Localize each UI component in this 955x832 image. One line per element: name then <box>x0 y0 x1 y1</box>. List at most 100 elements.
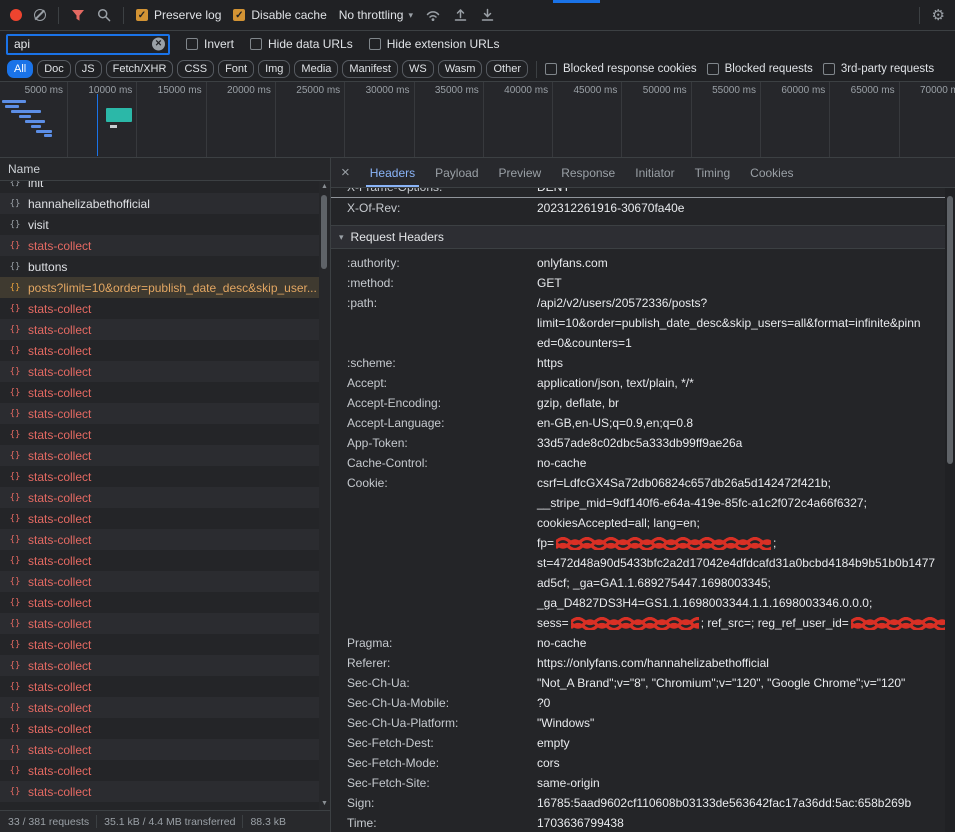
header-value-text: 1703636799438 <box>537 813 624 832</box>
request-headers-section[interactable]: ▾Request Headers <box>331 225 945 249</box>
filter-chip-css[interactable]: CSS <box>177 60 214 78</box>
scrollbar-thumb[interactable] <box>321 195 327 269</box>
request-row[interactable]: {}stats-collect <box>0 655 319 676</box>
request-list-scrollbar[interactable]: ▲ ▼ <box>319 181 330 810</box>
details-scrollbar[interactable] <box>945 188 955 832</box>
request-row[interactable]: {}stats-collect <box>0 739 319 760</box>
header-value-line: same-origin <box>537 773 945 793</box>
throttling-select[interactable]: No throttling ▾ <box>339 8 413 22</box>
blocked-requests-checkbox[interactable]: Blocked requests <box>707 63 813 75</box>
header-value-text: en-GB,en-US;q=0.9,en;q=0.8 <box>537 413 693 433</box>
name-column-header[interactable]: Name <box>0 158 330 181</box>
request-row[interactable]: {}init <box>0 181 319 193</box>
filter-chip-manifest[interactable]: Manifest <box>342 60 398 78</box>
header-value-text: https://onlyfans.com/hannahelizabethoffi… <box>537 653 769 673</box>
header-value-line: cookiesAccepted=all; lang=en; <box>537 513 945 533</box>
request-row[interactable]: {}stats-collect <box>0 466 319 487</box>
hide-extension-urls-checkbox[interactable]: Hide extension URLs <box>369 37 500 51</box>
request-row[interactable]: {}stats-collect <box>0 487 319 508</box>
invert-checkbox[interactable]: Invert <box>186 37 234 51</box>
filter-chip-media[interactable]: Media <box>294 60 338 78</box>
request-row[interactable]: {}stats-collect <box>0 235 319 256</box>
filter-icon[interactable] <box>71 9 85 22</box>
filter-chip-ws[interactable]: WS <box>402 60 434 78</box>
header-name: X-Of-Rev: <box>347 198 537 218</box>
scroll-up-icon[interactable]: ▲ <box>319 181 330 193</box>
filter-chip-img[interactable]: Img <box>258 60 290 78</box>
scrollbar-thumb[interactable] <box>947 196 953 464</box>
disable-cache-checkbox[interactable]: ✓ Disable cache <box>233 8 326 22</box>
request-row[interactable]: {}stats-collect <box>0 634 319 655</box>
filter-chip-fetch-xhr[interactable]: Fetch/XHR <box>106 60 174 78</box>
preserve-log-checkbox[interactable]: ✓ Preserve log <box>136 8 221 22</box>
header-value-line: /api2/v2/users/20572336/posts? <box>537 293 945 313</box>
header-value-line: "Windows" <box>537 713 945 733</box>
tab-timing[interactable]: Timing <box>685 158 741 187</box>
import-har-icon[interactable] <box>453 8 468 22</box>
filter-chip-js[interactable]: JS <box>75 60 102 78</box>
filter-chip-wasm[interactable]: Wasm <box>438 60 483 78</box>
filter-chip-font[interactable]: Font <box>218 60 254 78</box>
request-row[interactable]: {}stats-collect <box>0 718 319 739</box>
header-value-text: no-cache <box>537 453 586 473</box>
header-value: https <box>537 353 945 373</box>
waterfall-bar <box>25 120 45 123</box>
header-row: :method:GET <box>331 273 945 293</box>
settings-gear-icon[interactable]: ⚙ <box>932 6 945 24</box>
request-row[interactable]: {}stats-collect <box>0 760 319 781</box>
request-row[interactable]: {}stats-collect <box>0 592 319 613</box>
export-har-icon[interactable] <box>480 8 495 22</box>
request-type-icon: {} <box>8 304 22 314</box>
filter-chip-all[interactable]: All <box>7 60 33 78</box>
request-row[interactable]: {}posts?limit=10&order=publish_date_desc… <box>0 277 319 298</box>
header-value-text: onlyfans.com <box>537 253 608 273</box>
filter-input[interactable] <box>6 34 170 55</box>
record-network-log-button[interactable] <box>10 9 22 21</box>
hide-data-urls-checkbox[interactable]: Hide data URLs <box>250 37 353 51</box>
request-row[interactable]: {}stats-collect <box>0 676 319 697</box>
tab-payload[interactable]: Payload <box>425 158 488 187</box>
blocked-response-cookies-checkbox[interactable]: Blocked response cookies <box>545 63 697 75</box>
header-value-line: no-cache <box>537 453 945 473</box>
search-icon[interactable] <box>97 8 111 22</box>
tab-response[interactable]: Response <box>551 158 625 187</box>
request-row[interactable]: {}stats-collect <box>0 340 319 361</box>
header-row: Sec-Fetch-Site:same-origin <box>331 773 945 793</box>
timeline-overview[interactable]: 5000 ms10000 ms15000 ms20000 ms25000 ms3… <box>0 82 955 158</box>
header-value-text: _ga_D4827DS3H4=GS1.1.1698003344.1.1.1698… <box>537 593 872 613</box>
request-row[interactable]: {}stats-collect <box>0 424 319 445</box>
request-row[interactable]: {}stats-collect <box>0 781 319 802</box>
request-row[interactable]: {}stats-collect <box>0 445 319 466</box>
tab-initiator[interactable]: Initiator <box>625 158 684 187</box>
request-row[interactable]: {}stats-collect <box>0 613 319 634</box>
header-value-text: limit=10&order=publish_date_desc&skip_us… <box>537 313 921 333</box>
request-row[interactable]: {}buttons <box>0 256 319 277</box>
request-row[interactable]: {}stats-collect <box>0 529 319 550</box>
scroll-down-icon[interactable]: ▼ <box>319 798 330 810</box>
3rd-party-requests-checkbox[interactable]: 3rd-party requests <box>823 63 934 75</box>
request-row[interactable]: {}stats-collect <box>0 403 319 424</box>
header-value-line: no-cache <box>537 633 945 653</box>
request-row[interactable]: {}visit <box>0 214 319 235</box>
request-row[interactable]: {}stats-collect <box>0 571 319 592</box>
timeline-gridline <box>829 82 830 157</box>
clear-network-log-icon[interactable] <box>34 9 46 21</box>
tab-headers[interactable]: Headers <box>360 158 425 187</box>
request-row[interactable]: {}stats-collect <box>0 298 319 319</box>
tab-preview[interactable]: Preview <box>489 158 552 187</box>
filter-chip-other[interactable]: Other <box>486 60 528 78</box>
request-row[interactable]: {}hannahelizabethofficial <box>0 193 319 214</box>
request-row[interactable]: {}stats-collect <box>0 508 319 529</box>
request-row[interactable]: {}stats-collect <box>0 697 319 718</box>
filter-chip-doc[interactable]: Doc <box>37 60 71 78</box>
network-conditions-icon[interactable] <box>425 9 441 22</box>
request-row[interactable]: {}stats-collect <box>0 319 319 340</box>
clear-filter-icon[interactable]: × <box>152 38 165 51</box>
header-value-line: https://onlyfans.com/hannahelizabethoffi… <box>537 653 945 673</box>
request-row[interactable]: {}stats-collect <box>0 550 319 571</box>
tab-cookies[interactable]: Cookies <box>740 158 803 187</box>
header-value-text: ?0 <box>537 693 550 713</box>
request-row[interactable]: {}stats-collect <box>0 361 319 382</box>
request-row[interactable]: {}stats-collect <box>0 382 319 403</box>
close-details-icon[interactable]: × <box>341 164 350 181</box>
